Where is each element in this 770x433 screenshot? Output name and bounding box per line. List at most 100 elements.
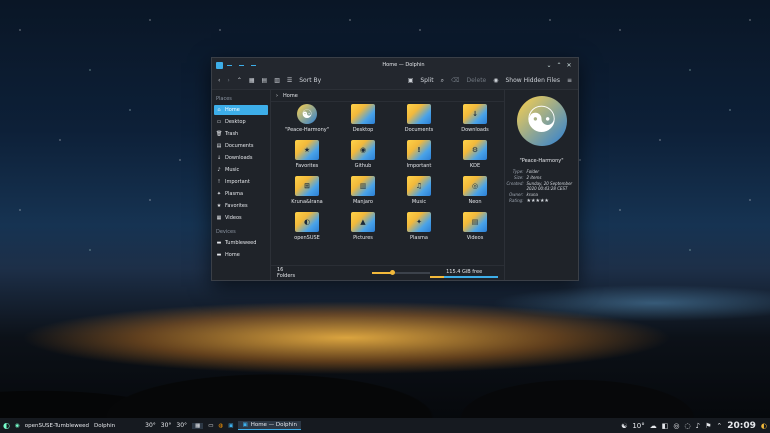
- device-item-tumbleweed[interactable]: ▬ Tumbleweed: [214, 238, 268, 248]
- folder-item[interactable]: ⚙ KDE: [447, 140, 503, 169]
- folder-icon: ▤: [463, 212, 487, 232]
- firefox-icon[interactable]: ◍: [218, 423, 223, 429]
- forward-icon[interactable]: ›: [227, 77, 229, 84]
- size-key: Size:: [513, 175, 524, 180]
- sidebar-item-important[interactable]: ! Important: [214, 177, 268, 187]
- details-view-icon[interactable]: ▥: [274, 77, 280, 84]
- show-hidden-files-button[interactable]: Show Hidden Files: [506, 77, 560, 84]
- opensuse-launcher-icon[interactable]: ◐: [3, 421, 10, 430]
- delete-icon[interactable]: ⌫: [451, 77, 459, 84]
- back-icon[interactable]: ‹: [218, 77, 220, 84]
- folder-item[interactable]: ☯ "Peace-Harmony": [279, 104, 335, 133]
- split-button[interactable]: Split: [420, 77, 433, 84]
- file-view[interactable]: › Home ☯ "Peace-Harmony" Desktop Documents ↓…: [270, 90, 505, 280]
- breadcrumb-arrow-icon[interactable]: ›: [276, 93, 278, 99]
- up-icon[interactable]: ⌃: [237, 77, 242, 84]
- folder-item[interactable]: ◉ Github: [335, 140, 391, 169]
- created-value: Sunday, 20 September 2020 00:43:28 CEST: [526, 181, 573, 191]
- folder-label: Desktop: [352, 127, 374, 133]
- chameleon-icon[interactable]: ◉: [15, 423, 20, 429]
- titlebar-pin-icon[interactable]: [239, 64, 244, 66]
- search-icon[interactable]: ⌕: [441, 77, 444, 85]
- title-bar[interactable]: Home — Dolphin ⌄ ⌃ ✕: [212, 58, 578, 72]
- dolphin-task-icon[interactable]: ▣: [228, 423, 233, 429]
- folder-label: Kruna&Irana: [291, 199, 323, 205]
- folder-item[interactable]: ▤ Videos: [447, 212, 503, 241]
- sidebar-item-home[interactable]: ⌂ Home: [214, 105, 268, 115]
- folder-label: Favorites: [295, 163, 319, 169]
- sidebar-item-label: Important: [225, 179, 250, 185]
- pager-icon[interactable]: ▦: [192, 422, 204, 429]
- delete-button[interactable]: Delete: [467, 77, 487, 84]
- breadcrumb[interactable]: › Home: [271, 90, 504, 102]
- eye-icon[interactable]: ◉: [493, 77, 498, 84]
- cpu-temp-2: 30°: [160, 422, 172, 429]
- titlebar-keep-above-icon[interactable]: [251, 64, 256, 66]
- folder-item[interactable]: ◎ Neon: [447, 176, 503, 205]
- info-metadata: Type: Folder Size: 2 items Created: Sunday,…: [507, 169, 577, 205]
- folder-item[interactable]: ▥ Manjaro: [335, 176, 391, 205]
- titlebar-menu-icon[interactable]: [227, 64, 232, 66]
- files-icon[interactable]: ▭: [208, 423, 213, 429]
- folder-icon: ⚙: [463, 140, 487, 160]
- folder-item[interactable]: ★ Favorites: [279, 140, 335, 169]
- minimize-icon[interactable]: ⌄: [544, 62, 554, 69]
- used-space-bar: [430, 275, 444, 278]
- sidebar-item-music[interactable]: ♪ Music: [214, 165, 268, 175]
- free-space-indicator[interactable]: 115.4 GiB free: [430, 269, 498, 278]
- folder-item[interactable]: ▲ Pictures: [335, 212, 391, 241]
- dolphin-launcher[interactable]: Dolphin: [94, 423, 115, 429]
- cloud-icon[interactable]: ☁: [650, 422, 657, 430]
- split-icon[interactable]: ▣: [408, 77, 414, 84]
- compact-view-icon[interactable]: ▤: [262, 77, 268, 84]
- close-icon[interactable]: ✕: [564, 62, 574, 69]
- folder-item[interactable]: ◐ openSUSE: [279, 212, 335, 241]
- sort-by-button[interactable]: Sort By: [299, 77, 321, 84]
- folder-item[interactable]: ⊞ Kruna&Irana: [279, 176, 335, 205]
- folder-label: Downloads: [461, 127, 489, 133]
- expand-tray-icon[interactable]: ⌃: [716, 422, 722, 430]
- sidebar-item-trash[interactable]: 🗑 Trash: [214, 129, 268, 139]
- breadcrumb-home[interactable]: Home: [283, 93, 298, 99]
- folder-item[interactable]: Documents: [391, 104, 447, 133]
- clipboard-icon[interactable]: ◎: [673, 422, 679, 430]
- folder-item[interactable]: Desktop: [335, 104, 391, 133]
- sidebar-item-downloads[interactable]: ↓ Downloads: [214, 153, 268, 163]
- folder-icon: [407, 104, 431, 124]
- created-key: Created:: [506, 181, 524, 186]
- network-icon[interactable]: ◧: [662, 422, 669, 430]
- task-home-dolphin[interactable]: ▣ Home — Dolphin: [238, 421, 302, 430]
- sidebar-item-label: Music: [225, 167, 240, 173]
- os-label[interactable]: openSUSE-Tumbleweed: [25, 423, 89, 429]
- clock[interactable]: 20:09: [727, 421, 756, 431]
- icons-view-icon[interactable]: ▦: [249, 77, 255, 84]
- trash-icon: 🗑: [216, 131, 223, 137]
- dolphin-app-icon[interactable]: [216, 61, 223, 69]
- yin-yang-icon: ☯: [297, 104, 317, 124]
- show-desktop-icon[interactable]: ◐: [761, 422, 767, 430]
- device-item-home[interactable]: ▬ Home: [214, 250, 268, 260]
- bluetooth-icon[interactable]: ◌: [685, 422, 691, 430]
- folder-grid: ☯ "Peace-Harmony" Desktop Documents ↓ Downloa…: [279, 104, 500, 241]
- volume-icon[interactable]: ♪: [696, 422, 700, 430]
- dolphin-window[interactable]: Home — Dolphin ⌄ ⌃ ✕ ‹ › ⌃ ▦ ▤ ▥ ☰ Sort …: [211, 57, 579, 281]
- weather-temp[interactable]: 10°: [632, 422, 644, 430]
- sidebar-item-favorites[interactable]: ★ Favorites: [214, 201, 268, 211]
- folder-emblem-icon: ⊞: [304, 182, 310, 190]
- maximize-icon[interactable]: ⌃: [554, 62, 564, 69]
- folder-item[interactable]: ↓ Downloads: [447, 104, 503, 133]
- notifications-icon[interactable]: ⚑: [705, 422, 711, 430]
- folder-item[interactable]: ♫ Music: [391, 176, 447, 205]
- zoom-slider[interactable]: [372, 270, 431, 275]
- folder-item[interactable]: ✦ Plasma: [391, 212, 447, 241]
- zoom-handle[interactable]: [390, 270, 396, 275]
- sidebar-item-plasma[interactable]: ✦ Plasma: [214, 189, 268, 199]
- sort-icon[interactable]: ☰: [287, 77, 292, 84]
- sidebar-item-documents[interactable]: ▤ Documents: [214, 141, 268, 151]
- sidebar-item-desktop[interactable]: ▭ Desktop: [214, 117, 268, 127]
- yin-yang-tray-icon[interactable]: ☯: [621, 422, 627, 430]
- folder-item[interactable]: ! Important: [391, 140, 447, 169]
- hamburger-menu-icon[interactable]: ≡: [567, 77, 572, 84]
- rating-stars[interactable]: ★★★★★: [527, 198, 577, 204]
- sidebar-item-videos[interactable]: ▦ Videos: [214, 213, 268, 223]
